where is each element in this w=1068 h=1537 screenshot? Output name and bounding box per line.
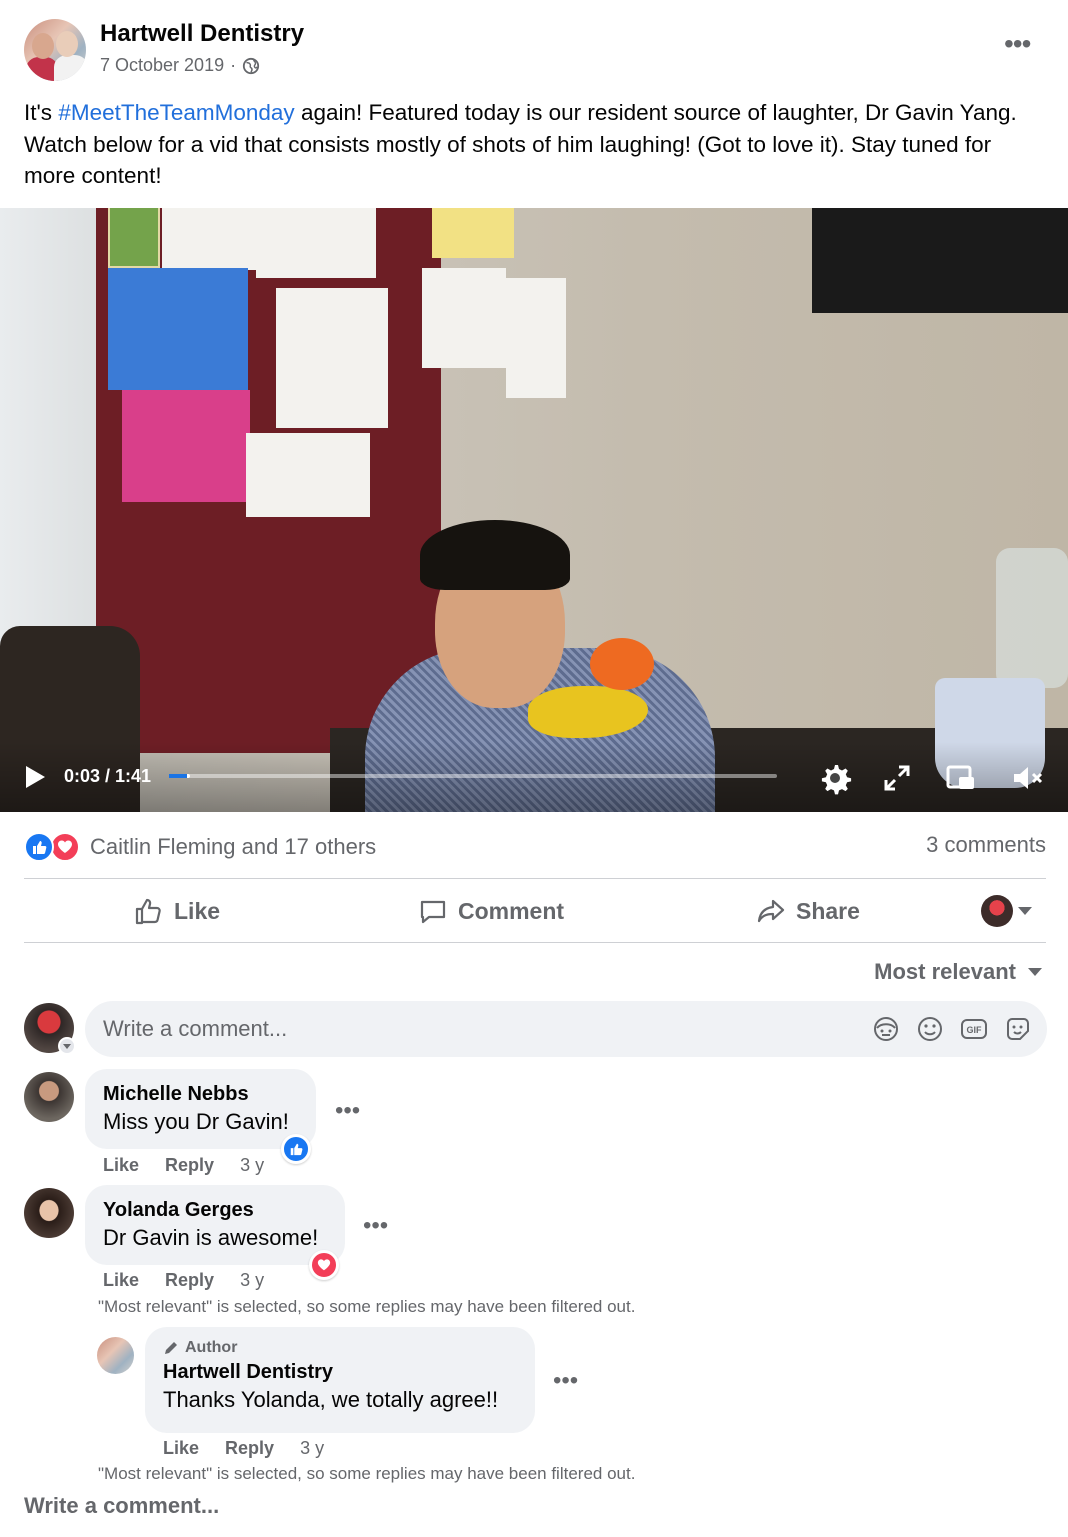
reply-actions: Like Reply 3 y <box>163 1438 324 1459</box>
video-tv <box>812 208 1068 313</box>
share-arrow-icon <box>757 899 785 923</box>
hashtag-link[interactable]: #MeetTheTeamMonday <box>58 100 294 125</box>
date-separator: · <box>230 55 237 75</box>
video-progress-bar[interactable] <box>169 774 777 778</box>
reply-age[interactable]: 3 y <box>300 1438 324 1459</box>
reply-bubble: Author Hartwell Dentistry Thanks Yolanda… <box>145 1327 535 1433</box>
svg-text:GIF: GIF <box>967 1025 983 1035</box>
comment-options-icon[interactable]: ••• <box>335 1097 360 1125</box>
author-badge-label: Author <box>185 1339 238 1356</box>
comment-options-icon[interactable]: ••• <box>363 1212 388 1240</box>
love-reaction-icon[interactable] <box>309 1250 339 1280</box>
picture-in-picture-icon[interactable] <box>944 761 978 795</box>
settings-gear-icon[interactable] <box>818 761 852 795</box>
emoji-icon[interactable] <box>915 1014 945 1044</box>
post-options-icon[interactable]: ••• <box>1004 30 1031 58</box>
filter-notice: "Most relevant" is selected, so some rep… <box>98 1297 636 1316</box>
share-as-avatar[interactable] <box>981 895 1013 927</box>
video-player[interactable]: 0:03 / 1:41 <box>0 208 1068 812</box>
like-reaction-icon[interactable] <box>281 1134 311 1164</box>
video-time: 0:03 / 1:41 <box>64 766 152 786</box>
post-date[interactable]: 7 October 2019 · <box>100 55 260 76</box>
sticker-icon[interactable] <box>1003 1014 1033 1044</box>
reaction-names[interactable]: Caitlin Fleming and 17 others <box>90 834 376 860</box>
reply-author-avatar[interactable] <box>97 1337 134 1374</box>
profile-switch-chevron-icon[interactable] <box>58 1037 76 1055</box>
like-button[interactable]: Like <box>134 893 220 929</box>
globe-icon <box>242 57 260 74</box>
comment-button[interactable]: Comment <box>418 893 564 929</box>
comment-count[interactable]: 3 comments <box>926 832 1046 858</box>
comment-reply-link[interactable]: Reply <box>165 1270 214 1291</box>
comment-age[interactable]: 3 y <box>240 1270 264 1291</box>
comment-bubble-icon <box>420 900 446 924</box>
video-orange <box>590 638 654 690</box>
fullscreen-icon[interactable] <box>880 761 914 795</box>
filter-notice: "Most relevant" is selected, so some rep… <box>98 1464 636 1483</box>
video-progress-start <box>169 774 187 778</box>
author-badge: Author <box>163 1337 517 1359</box>
reply-reply-link[interactable]: Reply <box>225 1438 274 1459</box>
thumbs-up-icon <box>135 898 161 925</box>
post-text: It's #MeetTheTeamMonday again! Featured … <box>24 97 1034 192</box>
avatar-sticker-icon[interactable] <box>871 1014 901 1044</box>
comment-bubble: Michelle Nebbs Miss you Dr Gavin! <box>85 1069 316 1149</box>
commenter-avatar[interactable] <box>24 1072 74 1122</box>
share-as-chevron-down-icon[interactable] <box>1018 907 1032 915</box>
reply-options-icon[interactable]: ••• <box>553 1367 578 1395</box>
video-person-hair <box>420 520 570 590</box>
love-reaction-icon <box>50 832 80 862</box>
reactions-summary[interactable]: Caitlin Fleming and 17 others <box>24 832 376 862</box>
comment-input[interactable]: Write a comment... GIF <box>85 1001 1047 1057</box>
post-text-before: It's <box>24 100 59 125</box>
comment-text: Miss you Dr Gavin! <box>103 1109 289 1134</box>
comment-actions: Like Reply 3 y <box>103 1155 264 1176</box>
comment-bubble: Yolanda Gerges Dr Gavin is awesome! <box>85 1185 345 1265</box>
like-reaction-icon <box>24 832 54 862</box>
page-name[interactable]: Hartwell Dentistry <box>100 20 304 48</box>
comment-input-placeholder: Write a comment... <box>103 1016 288 1041</box>
divider-top <box>24 878 1046 879</box>
comment-sort-dropdown[interactable]: Most relevant <box>874 959 1042 985</box>
commenter-name[interactable]: Yolanda Gerges <box>103 1197 327 1223</box>
pencil-icon <box>165 1342 177 1354</box>
share-button[interactable]: Share <box>756 893 860 929</box>
video-corkboard <box>96 208 566 753</box>
commenter-avatar[interactable] <box>24 1188 74 1238</box>
reply-author-name[interactable]: Hartwell Dentistry <box>163 1359 517 1385</box>
divider-bottom <box>24 942 1046 943</box>
muted-speaker-icon[interactable] <box>1010 761 1044 795</box>
comment-button-label: Comment <box>458 897 565 924</box>
comment-like-link[interactable]: Like <box>103 1155 139 1176</box>
reply-like-link[interactable]: Like <box>163 1438 199 1459</box>
post-date-text[interactable]: 7 October 2019 <box>100 55 224 76</box>
write-comment-link[interactable]: Write a comment... <box>24 1493 219 1519</box>
comment-age[interactable]: 3 y <box>240 1155 264 1176</box>
comment-like-link[interactable]: Like <box>103 1270 139 1291</box>
gif-icon[interactable]: GIF <box>959 1014 989 1044</box>
comment-reply-link[interactable]: Reply <box>165 1155 214 1176</box>
like-button-label: Like <box>174 897 221 924</box>
reply-text: Thanks Yolanda, we totally agree!! <box>163 1387 499 1412</box>
chevron-down-icon <box>1028 968 1042 976</box>
page-avatar[interactable] <box>24 19 86 81</box>
play-icon[interactable] <box>24 765 46 789</box>
comment-sort-label: Most relevant <box>874 959 1016 984</box>
comment-actions: Like Reply 3 y <box>103 1270 264 1291</box>
share-button-label: Share <box>796 897 860 924</box>
commenter-name[interactable]: Michelle Nebbs <box>103 1081 298 1107</box>
comment-text: Dr Gavin is awesome! <box>103 1225 319 1250</box>
video-jar <box>996 548 1068 688</box>
